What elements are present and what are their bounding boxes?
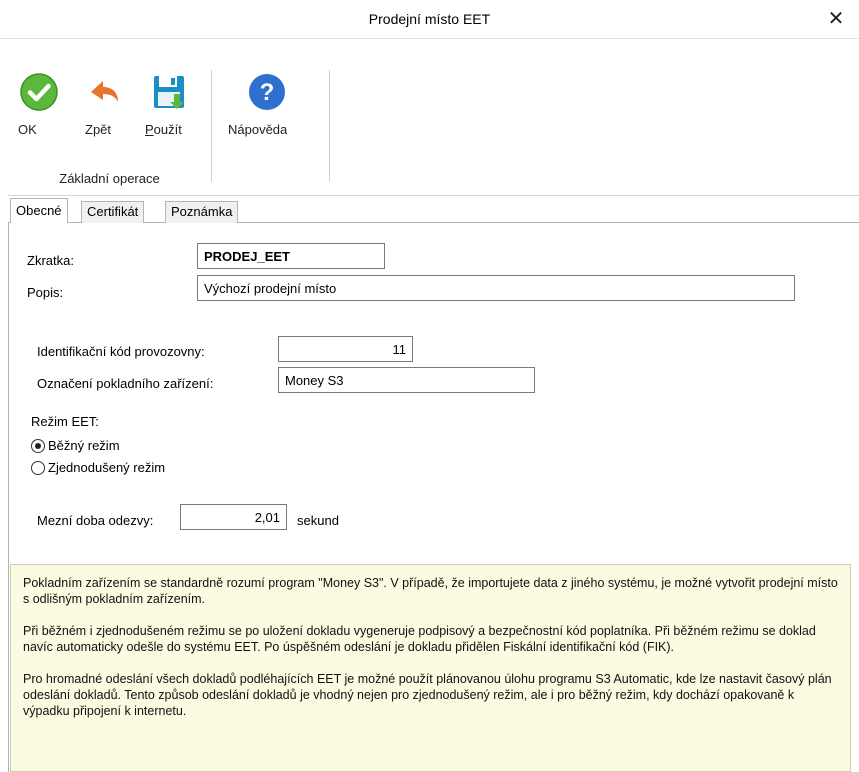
apply-button[interactable]: Použít [145,72,195,137]
tab-poznamka[interactable]: Poznámka [165,201,239,223]
radio-bezny-label: Běžný režim [48,438,120,453]
doba-label: Mezní doba odezvy: [37,513,154,528]
info-paragraph: Při běžném i zjednodušeném režimu se po … [23,624,816,654]
info-paragraph: Pokladním zařízením se standardně rozumí… [23,576,838,606]
check-circle-icon [20,73,58,111]
pokladna-input[interactable] [278,367,535,393]
info-panel: Pokladním zařízením se standardně rozumí… [10,564,851,772]
kod-input[interactable] [278,336,413,362]
popis-label: Popis: [27,285,64,300]
radio-zjednoduseny-label: Zjednodušený režim [48,460,166,475]
radio-circle [31,438,45,453]
pokladna-label: Označení pokladního zařízení: [37,376,214,391]
tab-certifikat[interactable]: Certifikát [81,201,145,223]
radio-zjednoduseny[interactable]: Zjednodušený režim [31,460,165,475]
kod-label: Identifikační kód provozovny: [37,344,205,359]
undo-arrow-icon [91,81,118,102]
info-paragraph: Pro hromadné odeslání všech dokladů podl… [23,672,832,718]
save-disk-icon [154,76,184,109]
ribbon-separator [329,70,330,182]
help-label: Nápověda [228,122,288,137]
tab-strip: Obecné Certifikát Poznámka [8,198,859,224]
window-title: Prodejní místo EET [368,11,491,27]
rezim-label: Režim EET: [31,414,99,429]
tab-obecne[interactable]: Obecné [10,198,68,224]
zkratka-input[interactable] [197,243,385,269]
ok-button[interactable]: OK [18,72,60,137]
popis-input[interactable] [197,275,795,301]
close-icon[interactable]: ✕ [823,6,849,32]
ribbon: OK Zpět Použít ? Nápověda Základní opera… [8,40,859,196]
help-button[interactable]: ? Nápověda [228,72,306,137]
ok-label: OK [18,122,37,137]
back-button[interactable]: Zpět [85,72,125,137]
zkratka-label: Zkratka: [27,253,74,268]
ribbon-group-label: Základní operace [59,171,160,186]
ribbon-separator [211,70,212,182]
title-bar: Prodejní místo EET ✕ [0,0,859,39]
svg-text:?: ? [260,79,275,106]
apply-label: Použít [145,122,182,137]
back-label: Zpět [85,122,112,137]
radio-bezny[interactable]: Běžný režim [31,438,120,453]
doba-input[interactable] [180,504,287,530]
help-icon: ? [249,74,285,110]
radio-circle [31,460,45,475]
doba-unit: sekund [297,513,339,528]
